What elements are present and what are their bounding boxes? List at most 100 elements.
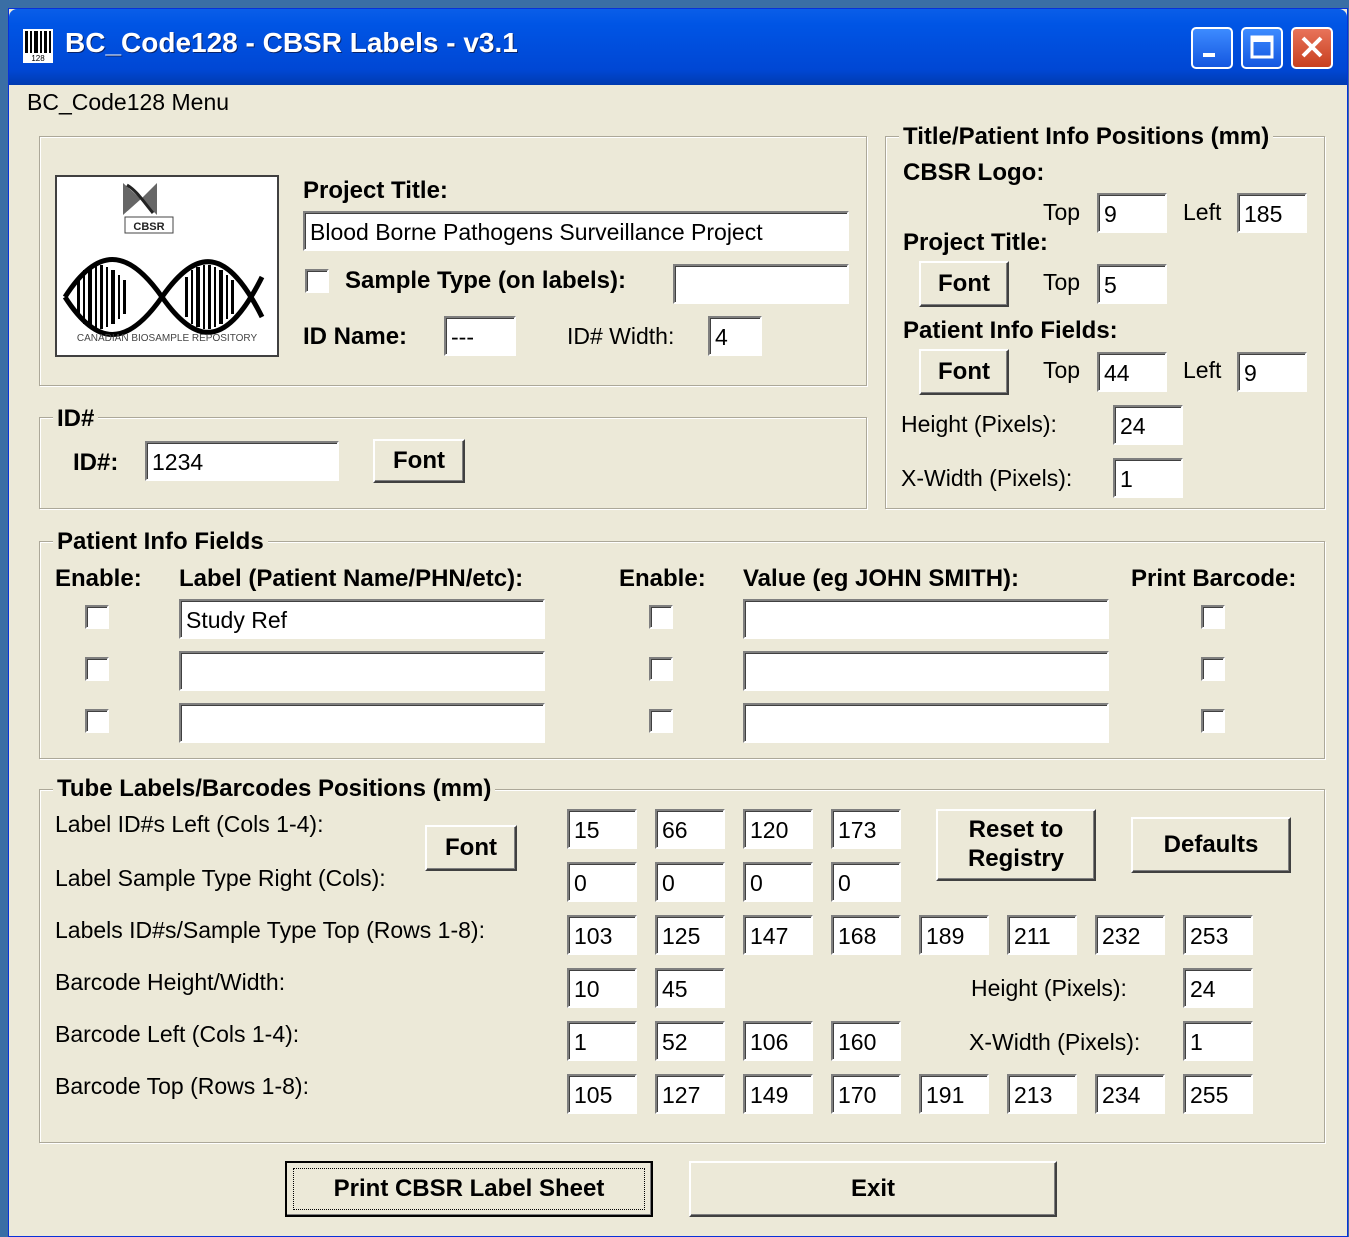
patient-row-3-enable-value[interactable] bbox=[649, 709, 673, 733]
sample-right-col-4[interactable]: 0 bbox=[831, 862, 901, 902]
pos-xwidth-input[interactable]: 1 bbox=[1113, 458, 1183, 498]
patient-row-3-label-input[interactable] bbox=[179, 703, 545, 743]
maximize-button[interactable] bbox=[1241, 27, 1283, 69]
title-top-input[interactable]: 5 bbox=[1097, 264, 1167, 304]
patient-top-label: Top bbox=[1043, 357, 1081, 383]
tube-font-button[interactable]: Font bbox=[425, 825, 517, 871]
id-left-col-1[interactable]: 15 bbox=[567, 809, 637, 849]
bc-top-row-8[interactable]: 255 bbox=[1183, 1074, 1253, 1114]
col-enable-label: Enable: bbox=[55, 565, 142, 592]
bc-left-col-1[interactable]: 1 bbox=[567, 1021, 637, 1061]
tube-height-label: Height (Pixels): bbox=[971, 975, 1127, 1001]
patient-row-1-enable-value[interactable] bbox=[649, 605, 673, 629]
patient-left-label: Left bbox=[1183, 357, 1222, 383]
id-width-input[interactable]: 4 bbox=[708, 316, 762, 356]
menu-bar: BC_Code128 Menu bbox=[9, 85, 1347, 121]
project-title-label: Project Title: bbox=[303, 177, 448, 204]
patient-font-button[interactable]: Font bbox=[919, 349, 1009, 395]
id-left-row-label: Label ID#s Left (Cols 1-4): bbox=[55, 811, 324, 837]
top-row-8[interactable]: 253 bbox=[1183, 915, 1253, 955]
sample-right-col-1[interactable]: 0 bbox=[567, 862, 637, 902]
project-title-input[interactable]: Blood Borne Pathogens Surveillance Proje… bbox=[303, 211, 849, 251]
menu-bc-code128[interactable]: BC_Code128 Menu bbox=[27, 89, 229, 116]
sample-right-col-3[interactable]: 0 bbox=[743, 862, 813, 902]
title-top-label: Top bbox=[1043, 269, 1081, 295]
bc-top-row-6[interactable]: 213 bbox=[1007, 1074, 1077, 1114]
patient-row-1-enable-label[interactable] bbox=[85, 605, 109, 629]
patient-row-2-enable-value[interactable] bbox=[649, 657, 673, 681]
maximize-icon bbox=[1250, 35, 1274, 59]
tube-legend: Tube Labels/Barcodes Positions (mm) bbox=[53, 775, 496, 803]
patient-left-input[interactable]: 9 bbox=[1237, 352, 1307, 392]
id-font-button[interactable]: Font bbox=[373, 439, 465, 483]
minimize-button[interactable] bbox=[1191, 27, 1233, 69]
top-row-6[interactable]: 211 bbox=[1007, 915, 1077, 955]
bc-top-row-2[interactable]: 127 bbox=[655, 1074, 725, 1114]
tube-xwidth-label: X-Width (Pixels): bbox=[969, 1029, 1141, 1055]
reset-registry-button[interactable]: Reset to Registry bbox=[936, 809, 1096, 881]
patient-row-1-barcode[interactable] bbox=[1201, 605, 1225, 629]
patient-top-input[interactable]: 44 bbox=[1097, 352, 1167, 392]
tube-height-input[interactable]: 24 bbox=[1183, 968, 1253, 1008]
col-enable-value: Enable: bbox=[619, 565, 706, 592]
cbsr-logo-icon: CBSR CANADIAN BIOSAMPLE REPOSITORY bbox=[62, 183, 265, 344]
top-row-3[interactable]: 147 bbox=[743, 915, 813, 955]
id-left-col-2[interactable]: 66 bbox=[655, 809, 725, 849]
id-left-col-3[interactable]: 120 bbox=[743, 809, 813, 849]
patient-row-3-value-input[interactable] bbox=[743, 703, 1109, 743]
bc-height-input[interactable]: 10 bbox=[567, 968, 637, 1008]
logo-top-input[interactable]: 9 bbox=[1097, 193, 1167, 233]
top-row-7[interactable]: 232 bbox=[1095, 915, 1165, 955]
bc-top-row-5[interactable]: 191 bbox=[919, 1074, 989, 1114]
patient-row-1-label-input[interactable]: Study Ref bbox=[179, 599, 545, 639]
bc-top-row-label: Barcode Top (Rows 1-8): bbox=[55, 1073, 309, 1099]
bc-left-col-2[interactable]: 52 bbox=[655, 1021, 725, 1061]
bc-left-col-4[interactable]: 160 bbox=[831, 1021, 901, 1061]
title-font-button[interactable]: Font bbox=[919, 261, 1009, 307]
patient-row-2-value-input[interactable] bbox=[743, 651, 1109, 691]
patient-row-2-enable-label[interactable] bbox=[85, 657, 109, 681]
patient-row-1-value-input[interactable] bbox=[743, 599, 1109, 639]
pos-height-label: Height (Pixels): bbox=[901, 411, 1057, 437]
id-input[interactable]: 1234 bbox=[145, 441, 339, 481]
close-button[interactable] bbox=[1291, 27, 1333, 69]
bc-hw-row-label: Barcode Height/Width: bbox=[55, 969, 286, 995]
print-label-sheet-button[interactable]: Print CBSR Label Sheet bbox=[285, 1161, 653, 1217]
patient-row-3-enable-label[interactable] bbox=[85, 709, 109, 733]
patient-row-2-barcode[interactable] bbox=[1201, 657, 1225, 681]
logo-text-bottom: CANADIAN BIOSAMPLE REPOSITORY bbox=[77, 333, 258, 344]
sample-type-input[interactable] bbox=[673, 264, 849, 304]
pos-height-input[interactable]: 24 bbox=[1113, 405, 1183, 445]
sample-type-checkbox[interactable] bbox=[305, 269, 329, 293]
bc-top-row-7[interactable]: 234 bbox=[1095, 1074, 1165, 1114]
top-row-2[interactable]: 125 bbox=[655, 915, 725, 955]
positions-legend: Title/Patient Info Positions (mm) bbox=[899, 123, 1274, 151]
print-label-sheet-label: Print CBSR Label Sheet bbox=[293, 1168, 645, 1210]
bc-left-col-3[interactable]: 106 bbox=[743, 1021, 813, 1061]
id-left-col-4[interactable]: 173 bbox=[831, 809, 901, 849]
window-title: BC_Code128 - CBSR Labels - v3.1 bbox=[65, 27, 518, 58]
bc-width-input[interactable]: 45 bbox=[655, 968, 725, 1008]
tube-xwidth-input[interactable]: 1 bbox=[1183, 1021, 1253, 1061]
patient-row-2-label-input[interactable] bbox=[179, 651, 545, 691]
close-icon bbox=[1301, 36, 1323, 58]
app-window: 128 BC_Code128 - CBSR Labels - v3.1 BC_C… bbox=[8, 8, 1348, 1237]
logo-left-input[interactable]: 185 bbox=[1237, 193, 1307, 233]
barcode-app-icon: 128 bbox=[23, 29, 53, 63]
sample-right-col-2[interactable]: 0 bbox=[655, 862, 725, 902]
exit-button[interactable]: Exit bbox=[689, 1161, 1057, 1217]
bc-top-row-3[interactable]: 149 bbox=[743, 1074, 813, 1114]
top-row-5[interactable]: 189 bbox=[919, 915, 989, 955]
bc-top-row-1[interactable]: 105 bbox=[567, 1074, 637, 1114]
id-width-label: ID# Width: bbox=[567, 323, 675, 349]
id-group-legend: ID# bbox=[53, 405, 99, 433]
bc-top-row-4[interactable]: 170 bbox=[831, 1074, 901, 1114]
top-row-1[interactable]: 103 bbox=[567, 915, 637, 955]
sample-type-label: Sample Type (on labels): bbox=[345, 267, 626, 294]
defaults-button[interactable]: Defaults bbox=[1131, 817, 1291, 873]
logo-text-top: CBSR bbox=[133, 221, 164, 233]
top-row-4[interactable]: 168 bbox=[831, 915, 901, 955]
patient-row-3-barcode[interactable] bbox=[1201, 709, 1225, 733]
id-name-input[interactable]: --- bbox=[444, 316, 516, 356]
patient-legend: Patient Info Fields bbox=[53, 528, 268, 556]
